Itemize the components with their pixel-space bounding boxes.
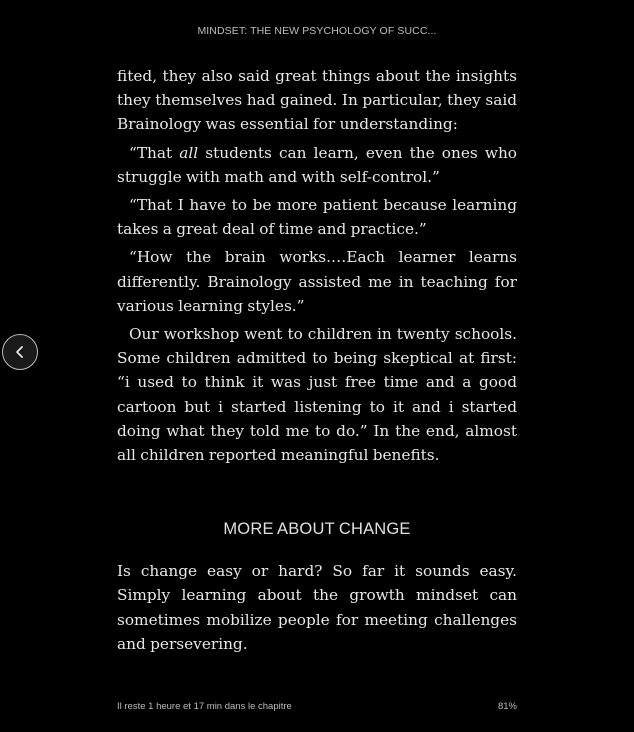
time-left-in-chapter: Il reste 1 heure et 17 min dans le chapi…: [117, 701, 292, 712]
previous-page-button[interactable]: [2, 334, 38, 370]
reading-content: fited, they also said great things about…: [117, 64, 517, 660]
paragraph: “How the brain works.…Each learner learn…: [117, 248, 517, 315]
reading-progress: 81%: [497, 701, 517, 712]
paragraph: “That I have to be more patient because …: [117, 196, 517, 239]
paragraph: fited, they also said great things about…: [117, 67, 517, 134]
emphasized-text: all: [179, 143, 199, 162]
section-heading: MORE ABOUT CHANGE: [223, 520, 411, 539]
chevron-left-icon: [16, 346, 23, 358]
paragraph: “That all students can learn, even the o…: [117, 141, 517, 189]
book-title-header: MINDSET: THE NEW PSYCHOLOGY OF SUCC...: [197, 25, 437, 37]
paragraph-text: “That: [129, 143, 180, 162]
paragraph: Is change easy or hard? So far it sounds…: [117, 562, 517, 653]
paragraph: Our workshop went to children in twenty …: [117, 325, 517, 465]
